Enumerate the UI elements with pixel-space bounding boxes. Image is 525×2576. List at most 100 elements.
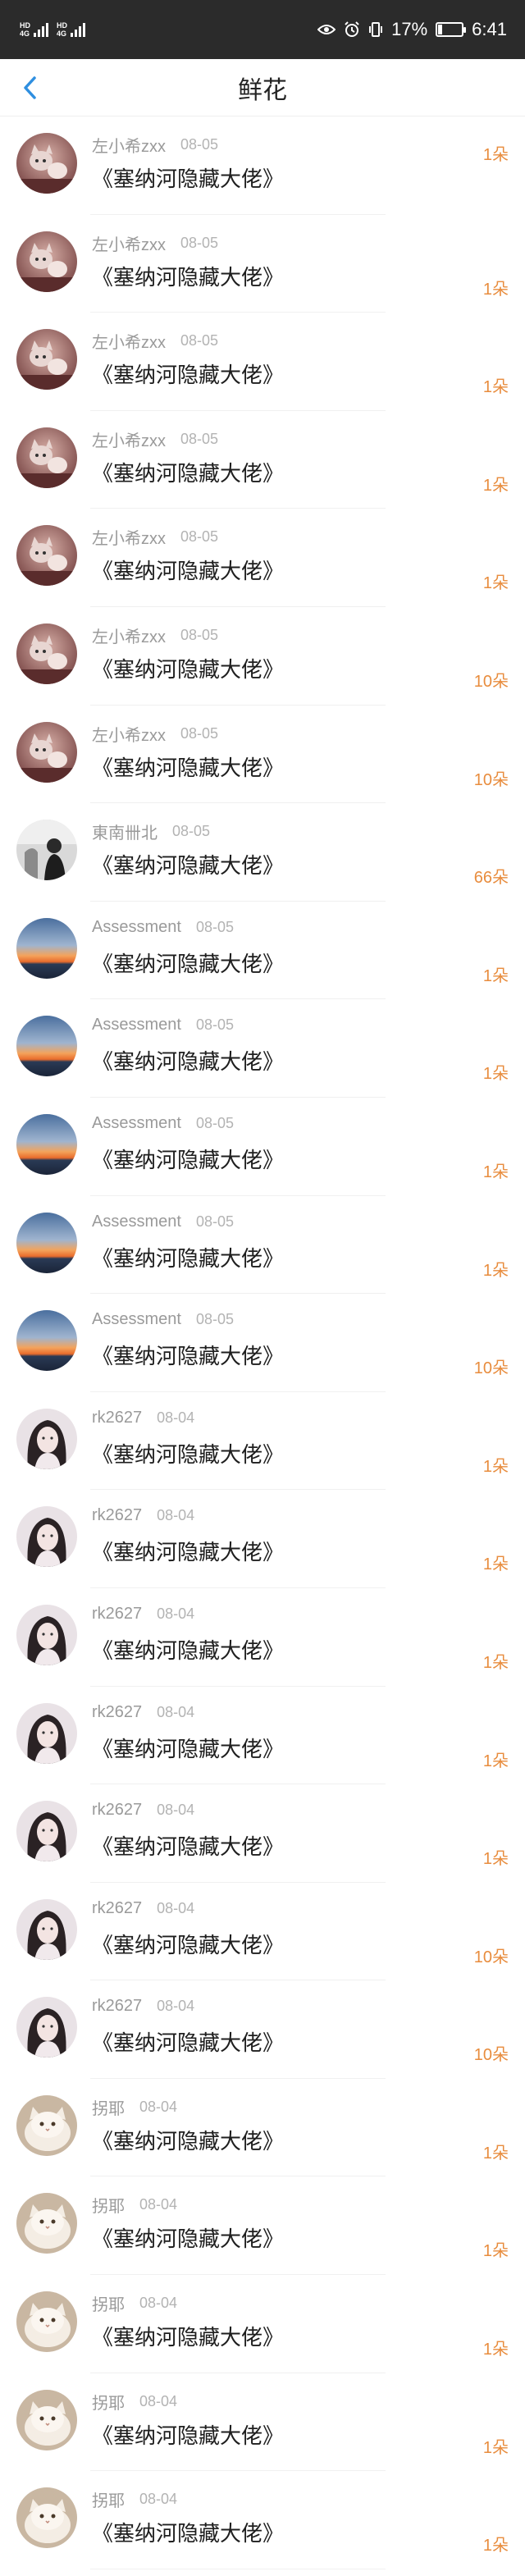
avatar[interactable] xyxy=(16,2487,77,2549)
list-item[interactable]: 左小希zxx 08-05 《塞纳河隐藏大佬》 1朵 xyxy=(0,215,525,313)
flower-count: 1朵 xyxy=(482,1653,509,1672)
avatar[interactable] xyxy=(16,1506,77,1568)
username[interactable]: rk2627 xyxy=(92,1997,142,2016)
list-item[interactable]: Assessment 08-05 《塞纳河隐藏大佬》 10朵 xyxy=(0,1294,525,1392)
avatar[interactable] xyxy=(16,1310,77,1372)
avatar[interactable] xyxy=(16,2193,77,2254)
username[interactable]: rk2627 xyxy=(92,1899,142,1918)
list-item[interactable]: Assessment 08-05 《塞纳河隐藏大佬》 1朵 xyxy=(0,999,525,1098)
username[interactable]: Assessment xyxy=(92,1114,181,1133)
list-item[interactable]: rk2627 08-04 《塞纳河隐藏大佬》 1朵 xyxy=(0,1784,525,1883)
avatar[interactable] xyxy=(16,1016,77,1077)
username[interactable]: 拐耶 xyxy=(92,2291,125,2315)
username[interactable]: Assessment xyxy=(92,1310,181,1329)
username[interactable]: 拐耶 xyxy=(92,2193,125,2217)
list-item[interactable]: 左小希zxx 08-05 《塞纳河隐藏大佬》 10朵 xyxy=(0,706,525,804)
username[interactable]: Assessment xyxy=(92,1016,181,1035)
novel-title: 《塞纳河隐藏大佬》 xyxy=(92,1834,285,1860)
username[interactable]: 東南卌北 xyxy=(92,820,158,843)
username[interactable]: 拐耶 xyxy=(92,2095,125,2119)
list-item[interactable]: rk2627 08-04 《塞纳河隐藏大佬》 1朵 xyxy=(0,1490,525,1588)
avatar[interactable] xyxy=(16,623,77,684)
avatar[interactable] xyxy=(16,133,77,194)
list-item[interactable]: 左小希zxx 08-05 《塞纳河隐藏大佬》 1朵 xyxy=(0,509,525,607)
list-item[interactable]: 拐耶 08-04 《塞纳河隐藏大佬》 1朵 xyxy=(0,2079,525,2177)
item-meta: rk2627 08-04 xyxy=(92,1703,194,1722)
avatar[interactable] xyxy=(16,231,77,292)
list-item[interactable]: rk2627 08-04 《塞纳河隐藏大佬》 1朵 xyxy=(0,1392,525,1491)
date: 08-04 xyxy=(139,2392,178,2409)
flower-count: 1朵 xyxy=(482,574,509,593)
username[interactable]: rk2627 xyxy=(92,1605,142,1624)
username[interactable]: 左小希zxx xyxy=(92,133,166,157)
avatar[interactable] xyxy=(16,329,77,391)
flower-count: 1朵 xyxy=(482,2144,509,2163)
avatar[interactable] xyxy=(16,1212,77,1273)
username[interactable]: 拐耶 xyxy=(92,2390,125,2414)
username[interactable]: 左小希zxx xyxy=(92,525,166,549)
list-item[interactable]: 拐耶 08-04 《塞纳河隐藏大佬》 1朵 xyxy=(0,2471,525,2569)
username[interactable]: Assessment xyxy=(92,918,181,937)
list-item[interactable]: Assessment 08-05 《塞纳河隐藏大佬》 1朵 xyxy=(0,1098,525,1196)
novel-title: 《塞纳河隐藏大佬》 xyxy=(92,1049,285,1075)
list-item[interactable]: Assessment 08-05 《塞纳河隐藏大佬》 1朵 xyxy=(0,902,525,1000)
username[interactable]: rk2627 xyxy=(92,1703,142,1722)
list-item[interactable]: Assessment 08-05 《塞纳河隐藏大佬》 1朵 xyxy=(0,1196,525,1295)
username[interactable]: 左小希zxx xyxy=(92,427,166,451)
username[interactable]: 左小希zxx xyxy=(92,231,166,255)
flower-count: 10朵 xyxy=(473,1359,509,1378)
avatar[interactable] xyxy=(16,1408,77,1469)
list-item[interactable]: 左小希zxx 08-05 《塞纳河隐藏大佬》 1朵 xyxy=(0,116,525,215)
username[interactable]: rk2627 xyxy=(92,1506,142,1525)
list-item[interactable]: rk2627 08-04 《塞纳河隐藏大佬》 1朵 xyxy=(0,1588,525,1687)
avatar[interactable] xyxy=(16,1898,77,1960)
flower-count: 1朵 xyxy=(482,2242,509,2261)
avatar[interactable] xyxy=(16,427,77,488)
item-meta: 拐耶 08-04 xyxy=(92,2095,177,2119)
list-item[interactable]: 左小希zxx 08-05 《塞纳河隐藏大佬》 1朵 xyxy=(0,313,525,411)
username[interactable]: 左小希zxx xyxy=(92,623,166,647)
list-item[interactable]: 拐耶 08-04 《塞纳河隐藏大佬》 1朵 xyxy=(0,2176,525,2276)
username[interactable]: Assessment xyxy=(92,1213,181,1231)
novel-title: 《塞纳河隐藏大佬》 xyxy=(92,755,285,780)
avatar[interactable] xyxy=(16,2389,77,2450)
username[interactable]: rk2627 xyxy=(92,1409,142,1427)
list-item[interactable]: 左小希zxx 08-05 《塞纳河隐藏大佬》 10朵 xyxy=(0,607,525,706)
list-item[interactable]: rk2627 08-04 《塞纳河隐藏大佬》 10朵 xyxy=(0,1883,525,1981)
username[interactable]: 左小希zxx xyxy=(92,722,166,746)
novel-title: 《塞纳河隐藏大佬》 xyxy=(92,1637,285,1663)
list-item[interactable]: 拐耶 08-04 《塞纳河隐藏大佬》 1朵 xyxy=(0,2275,525,2373)
username[interactable]: 拐耶 xyxy=(92,2487,125,2511)
avatar[interactable] xyxy=(16,2094,77,2156)
date: 08-04 xyxy=(139,2295,178,2312)
list-item[interactable]: 東南卌北 08-05 《塞纳河隐藏大佬》 66朵 xyxy=(0,803,525,902)
item-meta: 東南卌北 08-05 xyxy=(92,820,210,843)
flower-count: 10朵 xyxy=(473,2046,509,2065)
novel-title: 《塞纳河隐藏大佬》 xyxy=(92,559,285,584)
item-meta: Assessment 08-05 xyxy=(92,1213,234,1231)
avatar[interactable] xyxy=(16,721,77,783)
date: 08-05 xyxy=(180,724,219,742)
battery-fill xyxy=(438,25,443,34)
avatar[interactable] xyxy=(16,2291,77,2353)
list-item[interactable]: 拐耶 08-04 《塞纳河隐藏大佬》 1朵 xyxy=(0,2373,525,2472)
date: 08-05 xyxy=(172,823,211,840)
back-button[interactable] xyxy=(15,73,44,103)
username[interactable]: rk2627 xyxy=(92,1801,142,1820)
avatar[interactable] xyxy=(16,820,77,881)
avatar[interactable] xyxy=(16,1604,77,1665)
avatar[interactable] xyxy=(16,1801,77,1862)
list-item[interactable]: rk2627 08-04 《塞纳河隐藏大佬》 10朵 xyxy=(0,1980,525,2079)
list-item[interactable]: rk2627 08-04 《塞纳河隐藏大佬》 1朵 xyxy=(0,1687,525,1785)
novel-title: 《塞纳河隐藏大佬》 xyxy=(92,264,285,290)
novel-title: 《塞纳河隐藏大佬》 xyxy=(92,460,285,486)
username[interactable]: 左小希zxx xyxy=(92,329,166,353)
avatar[interactable] xyxy=(16,1113,77,1175)
avatar[interactable] xyxy=(16,525,77,587)
date: 08-05 xyxy=(180,626,219,643)
avatar[interactable] xyxy=(16,1997,77,2058)
avatar[interactable] xyxy=(16,1702,77,1764)
status-right: 17% 6:41 xyxy=(317,19,507,40)
list-item[interactable]: 左小希zxx 08-05 《塞纳河隐藏大佬》 1朵 xyxy=(0,411,525,509)
avatar[interactable] xyxy=(16,917,77,979)
